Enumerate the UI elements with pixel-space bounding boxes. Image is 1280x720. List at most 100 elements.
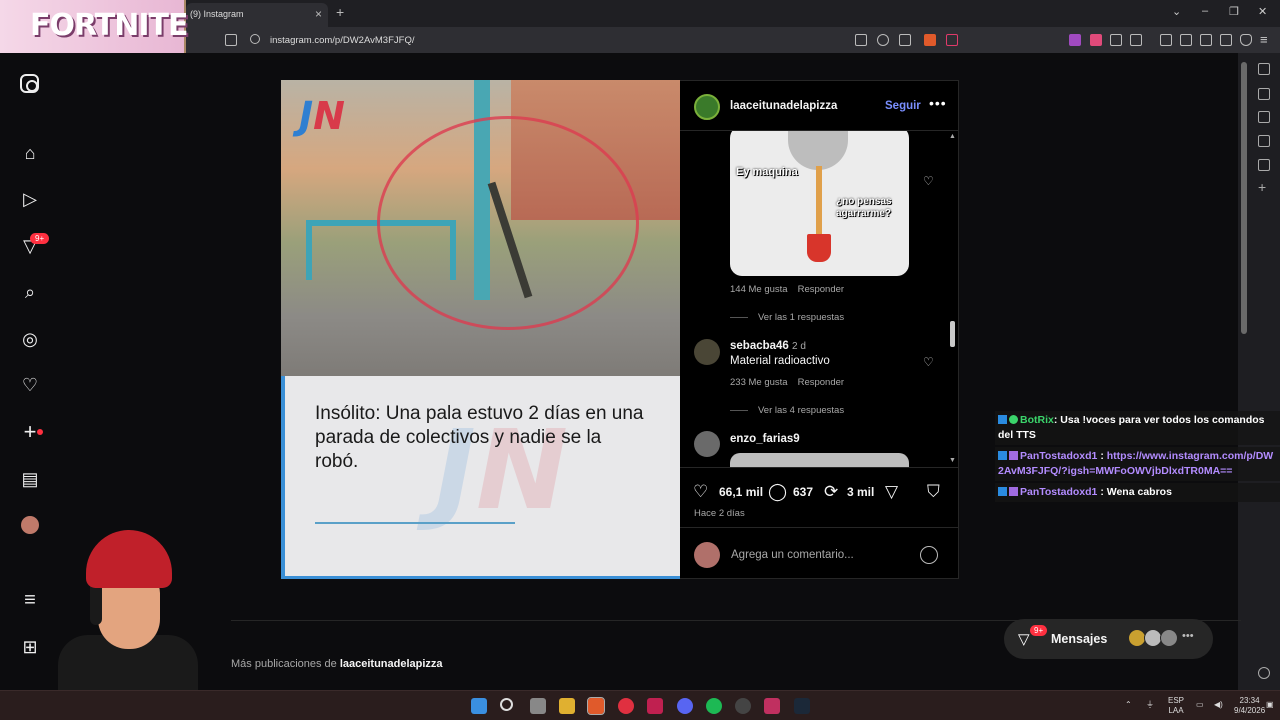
- comments-scroll-thumb[interactable]: [950, 321, 955, 347]
- address-bar: instagram.com/p/DW2AvM3FJFQ/ ≡: [0, 27, 1280, 53]
- commenter-username[interactable]: sebacba46: [730, 340, 789, 352]
- profile-avatar[interactable]: [20, 515, 40, 535]
- repost-icon[interactable]: ⟳: [824, 482, 838, 502]
- tab-instagram[interactable]: (9) Instagram ×: [186, 3, 328, 27]
- create-icon[interactable]: +: [20, 419, 40, 444]
- app-icon[interactable]: [735, 698, 751, 714]
- more-options-icon[interactable]: •••: [929, 95, 947, 111]
- zoom-icon[interactable]: [877, 34, 889, 46]
- mic-icon[interactable]: ⏚: [1146, 700, 1154, 710]
- share-icon[interactable]: [899, 34, 911, 46]
- comment-icon[interactable]: ◯: [768, 482, 787, 502]
- explore-icon[interactable]: ◎: [20, 329, 40, 349]
- wallet-sidebar-icon[interactable]: [1258, 111, 1270, 123]
- task-view-icon[interactable]: [530, 698, 546, 714]
- bookmark-icon[interactable]: [225, 34, 237, 46]
- comment-header: sebacba46 2 d: [730, 340, 806, 352]
- apps-icon[interactable]: ⊞: [20, 637, 40, 657]
- close-tab-icon[interactable]: ×: [315, 7, 322, 21]
- media-icon[interactable]: [1160, 34, 1172, 46]
- extensions-icon[interactable]: [1110, 34, 1122, 46]
- sidebar-settings-icon[interactable]: [1258, 667, 1270, 679]
- vpn-icon[interactable]: [1240, 34, 1252, 46]
- sticker-text-1: Ey maquina: [736, 166, 798, 178]
- extension-icon-3[interactable]: [1130, 34, 1142, 46]
- start-icon[interactable]: [471, 698, 487, 714]
- messages-button[interactable]: ▽ 9+ Mensajes •••: [1004, 619, 1213, 659]
- spotify-icon[interactable]: [706, 698, 722, 714]
- like-icon[interactable]: ♡: [693, 482, 708, 502]
- history-sidebar-icon[interactable]: [1258, 159, 1270, 171]
- like-count[interactable]: 66,1 mil: [719, 485, 763, 499]
- like-comment-icon[interactable]: ♡: [923, 175, 935, 187]
- reading-list-icon[interactable]: [1258, 88, 1270, 100]
- tab-search-icon[interactable]: ⌄: [1172, 5, 1181, 18]
- browser-menu-icon[interactable]: ≡: [1260, 32, 1268, 47]
- comments-scrollbar[interactable]: ▲ ▼: [947, 131, 959, 467]
- file-explorer-icon[interactable]: [559, 698, 575, 714]
- commenter-avatar[interactable]: [694, 339, 720, 365]
- extension-icon-1[interactable]: [1069, 34, 1081, 46]
- author-avatar[interactable]: [694, 94, 720, 120]
- direct-badge: 9+: [30, 233, 50, 244]
- view-replies-button[interactable]: Ver las 4 respuestas: [730, 405, 844, 416]
- language-label: ESP: [1168, 696, 1185, 705]
- instagram-logo-icon[interactable]: [20, 74, 39, 93]
- search-icon[interactable]: ⌕: [20, 282, 40, 302]
- commenter-avatar[interactable]: [694, 431, 720, 457]
- new-tab-icon[interactable]: +: [336, 4, 344, 20]
- brave-browser-icon[interactable]: [587, 697, 605, 715]
- cast-icon[interactable]: [855, 34, 867, 46]
- url-field[interactable]: instagram.com/p/DW2AvM3FJFQ/: [270, 35, 414, 46]
- chat-separator: :: [1097, 450, 1107, 462]
- discord-icon[interactable]: [677, 698, 693, 714]
- post-media[interactable]: JN JN Insólito: Una pala estuvo 2 días e…: [281, 80, 680, 579]
- follow-button[interactable]: Seguir: [885, 100, 921, 112]
- post-side-panel: laaceitunadelapizza Seguir ••• Ey maquin…: [680, 80, 959, 579]
- site-info-icon[interactable]: [250, 34, 260, 44]
- brave-shield-icon[interactable]: [924, 34, 936, 46]
- leo-ai-icon[interactable]: [1220, 34, 1232, 46]
- view-replies-button[interactable]: Ver las 1 respuestas: [730, 312, 844, 323]
- commenter-username[interactable]: enzo_farias9: [730, 433, 800, 445]
- minimize-icon[interactable]: –: [1202, 5, 1208, 17]
- leo-sidebar-icon[interactable]: [1258, 63, 1270, 75]
- maximize-icon[interactable]: ❐: [1229, 5, 1239, 18]
- avatar: [1160, 629, 1178, 647]
- volume-icon[interactable]: ◀): [1214, 700, 1223, 710]
- add-sidebar-icon[interactable]: +: [1258, 179, 1270, 195]
- media-player-icon[interactable]: [618, 698, 634, 714]
- home-icon[interactable]: ⌂: [20, 143, 40, 163]
- app-icon[interactable]: [764, 698, 780, 714]
- menu-icon[interactable]: ≡: [20, 589, 40, 611]
- search-icon[interactable]: [500, 698, 513, 711]
- share-icon[interactable]: ▽: [885, 482, 898, 502]
- steam-icon[interactable]: [794, 698, 810, 714]
- comment-input[interactable]: Agrega un comentario...: [731, 549, 854, 561]
- notification-center-icon[interactable]: ▣: [1266, 700, 1274, 710]
- reply-button[interactable]: Responder: [798, 377, 844, 388]
- comment-likes[interactable]: 144 Me gusta: [730, 284, 788, 295]
- comment-likes[interactable]: 233 Me gusta: [730, 377, 788, 388]
- bookmarks-sidebar-icon[interactable]: [1258, 135, 1270, 147]
- emoji-icon[interactable]: [920, 546, 938, 564]
- reply-button[interactable]: Responder: [798, 284, 844, 295]
- extension-icon-2[interactable]: [1090, 34, 1102, 46]
- more-posts-user[interactable]: laaceitunadelapizza: [340, 658, 443, 670]
- author-username[interactable]: laaceitunadelapizza: [730, 100, 837, 112]
- reels-icon[interactable]: ▷: [20, 189, 40, 209]
- save-icon[interactable]: ⛉: [927, 482, 940, 502]
- dashboard-icon[interactable]: ▤: [20, 469, 40, 489]
- sidebar-toggle-icon[interactable]: [1180, 34, 1192, 46]
- language-indicator[interactable]: ESP LAA: [1168, 696, 1184, 716]
- notifications-icon[interactable]: ♡: [20, 375, 40, 395]
- wallet-icon[interactable]: [1200, 34, 1212, 46]
- page-scrollbar-thumb[interactable]: [1241, 62, 1247, 334]
- like-comment-icon[interactable]: ♡: [923, 356, 935, 368]
- tray-overflow-icon[interactable]: ⌃: [1125, 700, 1132, 710]
- app-icon[interactable]: [647, 698, 663, 714]
- clock[interactable]: 23:34 9/4/2026: [1234, 696, 1265, 716]
- close-window-icon[interactable]: ✕: [1258, 5, 1267, 18]
- rewards-icon[interactable]: [946, 34, 958, 46]
- network-icon[interactable]: ▭: [1196, 700, 1204, 710]
